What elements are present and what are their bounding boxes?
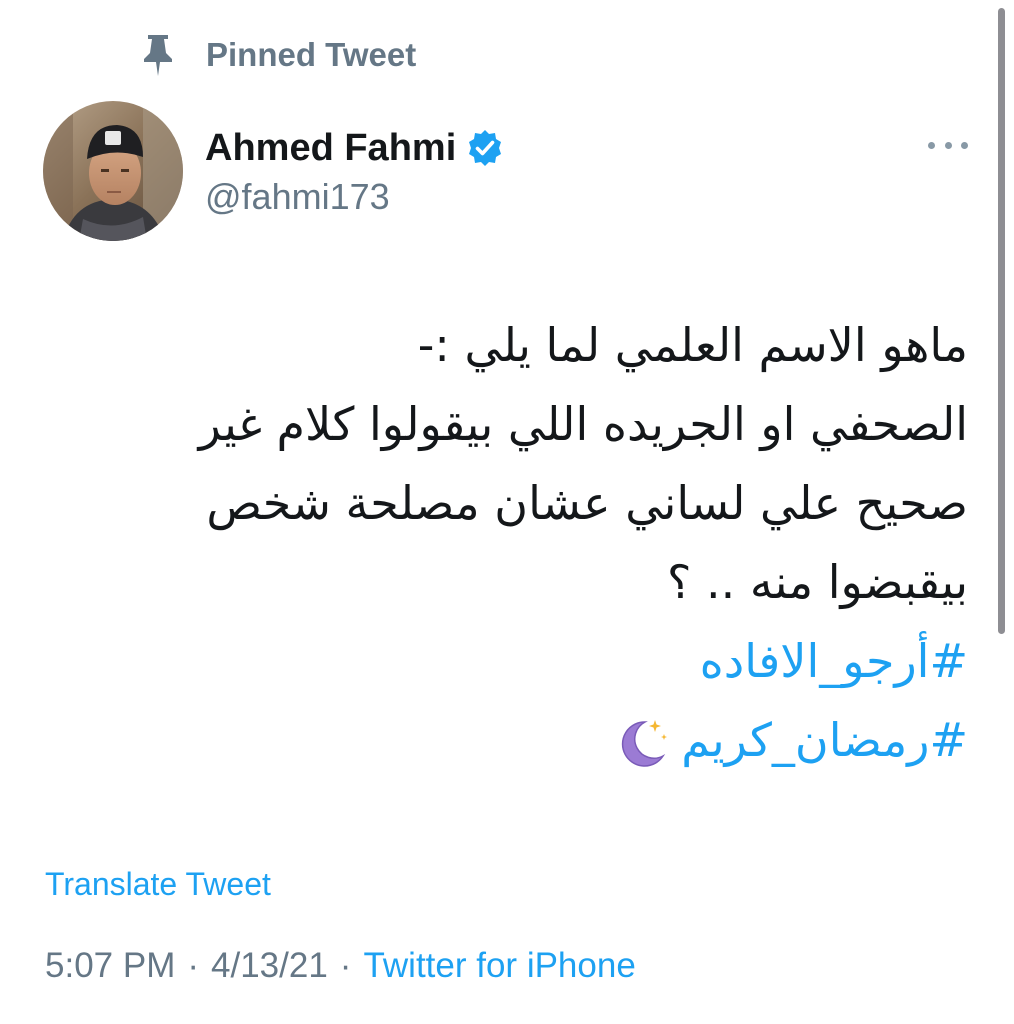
tweet-line: صحيح علي لساني عشان مصلحة شخص — [206, 476, 968, 530]
hashtag-link[interactable]: #رمضان_كريم — [68, 701, 968, 780]
user-handle[interactable]: @fahmi173 — [205, 176, 504, 218]
tweet-source-link[interactable]: Twitter for iPhone — [363, 946, 635, 986]
translate-tweet-link[interactable]: Translate Tweet — [45, 866, 271, 903]
meta-separator: · — [339, 946, 352, 985]
tweet-line: ماهو الاسم العلمي لما يلي :- — [417, 318, 968, 372]
hashtag-text[interactable]: #رمضان_كريم — [681, 713, 968, 767]
hashtag-text[interactable]: #أرجو_الافاده — [700, 634, 968, 688]
author-name-row: Ahmed Fahmi — [205, 122, 504, 174]
pinned-label: Pinned Tweet — [206, 36, 417, 73]
more-dot — [961, 141, 968, 149]
crescent-moon-icon — [611, 714, 671, 774]
tweet-line: بيقبضوا منه .. ؟ — [667, 555, 968, 609]
scrollbar[interactable] — [998, 8, 1005, 634]
tweet-text: ماهو الاسم العلمي لما يلي :- الصحفي او ا… — [68, 306, 968, 780]
tweet-date: 4/13/21 — [211, 946, 328, 985]
display-name[interactable]: Ahmed Fahmi — [205, 127, 456, 170]
more-dot — [928, 141, 935, 149]
meta-separator: · — [187, 946, 200, 985]
author-block[interactable]: Ahmed Fahmi @fahmi173 — [205, 122, 504, 218]
verified-badge-icon — [466, 129, 504, 167]
tweet-time: 5:07 PM — [45, 946, 176, 985]
more-options-icon[interactable] — [928, 130, 968, 160]
tweet-metadata: 5:07 PM · 4/13/21 · Twitter for iPhone — [45, 946, 636, 986]
more-dot — [944, 141, 952, 149]
pin-icon — [138, 30, 178, 80]
avatar[interactable] — [43, 101, 183, 241]
hashtag-link[interactable]: #أرجو_الافاده — [68, 622, 968, 701]
pinned-tweet-header: Pinned Tweet — [138, 30, 416, 80]
tweet-line: الصحفي او الجريده اللي بيقولوا كلام غير — [198, 397, 968, 451]
